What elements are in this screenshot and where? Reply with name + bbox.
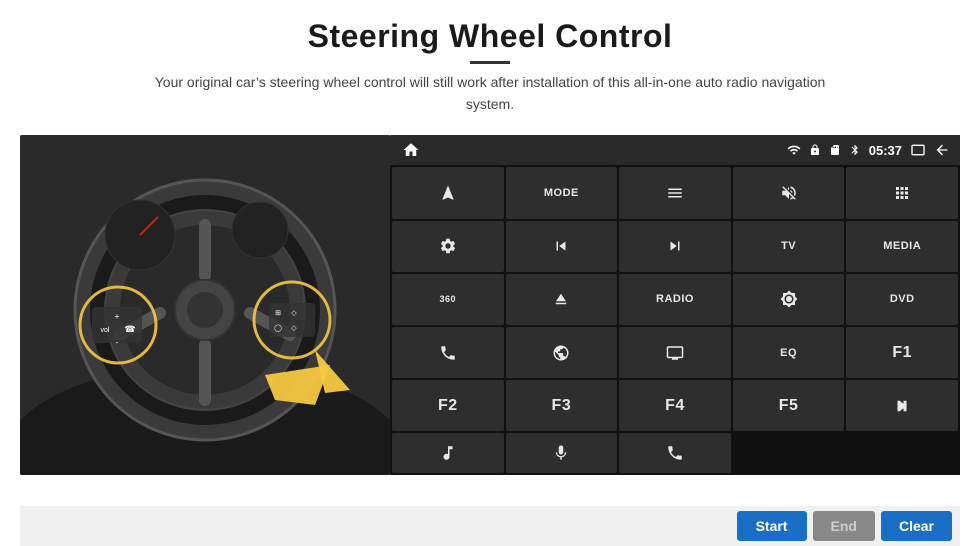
page-title: Steering Wheel Control <box>130 18 850 55</box>
svg-text:⊞: ⊞ <box>275 310 281 317</box>
window-icon <box>910 142 926 158</box>
btn-apps[interactable] <box>846 167 958 218</box>
btn-f2[interactable]: F2 <box>392 380 504 431</box>
status-right: 05:37 <box>787 142 950 158</box>
sd-icon <box>829 143 841 157</box>
btn-vol-mute[interactable] <box>733 167 845 218</box>
btn-eject[interactable] <box>506 274 618 325</box>
steering-wheel-image: + vol - ☎ ⊞ ◇ ◯ ◇ <box>20 135 390 475</box>
clear-button[interactable]: Clear <box>881 511 952 541</box>
btn-f1[interactable]: F1 <box>846 327 958 378</box>
btn-play-pause[interactable] <box>846 380 958 431</box>
svg-text:-: - <box>116 338 119 347</box>
title-section: Steering Wheel Control Your original car… <box>130 18 850 115</box>
page-container: Steering Wheel Control Your original car… <box>0 0 980 546</box>
content-area: + vol - ☎ ⊞ ◇ ◯ ◇ <box>20 135 960 506</box>
btn-screen[interactable] <box>619 327 731 378</box>
lock-icon <box>809 143 821 157</box>
back-icon[interactable] <box>934 142 950 158</box>
svg-text:☎: ☎ <box>124 324 135 334</box>
btn-call-end[interactable] <box>619 433 731 473</box>
button-grid: MODE TV <box>390 165 960 475</box>
btn-eq[interactable]: EQ <box>733 327 845 378</box>
btn-f3[interactable]: F3 <box>506 380 618 431</box>
btn-media[interactable]: MEDIA <box>846 221 958 272</box>
btn-phone[interactable] <box>392 327 504 378</box>
home-icon[interactable] <box>400 139 422 161</box>
btn-music[interactable] <box>392 433 504 473</box>
wifi-icon <box>787 143 801 157</box>
end-button[interactable]: End <box>813 511 875 541</box>
subtitle: Your original car’s steering wheel contr… <box>130 72 850 115</box>
btn-360[interactable]: 360 <box>392 274 504 325</box>
btn-mode[interactable]: MODE <box>506 167 618 218</box>
svg-text:+: + <box>115 312 120 321</box>
bottom-bar: Start End Clear <box>20 506 960 546</box>
svg-text:◇: ◇ <box>291 310 297 317</box>
svg-text:◯: ◯ <box>274 324 282 332</box>
btn-microphone[interactable] <box>506 433 618 473</box>
status-bar: 05:37 <box>390 135 960 165</box>
btn-tv[interactable]: TV <box>733 221 845 272</box>
btn-radio[interactable]: RADIO <box>619 274 731 325</box>
btn-menu[interactable] <box>619 167 731 218</box>
btn-settings[interactable] <box>392 221 504 272</box>
btn-prev[interactable] <box>506 221 618 272</box>
btn-f4[interactable]: F4 <box>619 380 731 431</box>
btn-next[interactable] <box>619 221 731 272</box>
btn-navigate[interactable] <box>392 167 504 218</box>
control-panel: 05:37 MODE <box>390 135 960 475</box>
time-display: 05:37 <box>869 143 902 158</box>
start-button[interactable]: Start <box>737 511 807 541</box>
svg-text:vol: vol <box>101 327 110 334</box>
btn-web[interactable] <box>506 327 618 378</box>
svg-text:◇: ◇ <box>291 325 297 332</box>
btn-f5[interactable]: F5 <box>733 380 845 431</box>
btn-dvd[interactable]: DVD <box>846 274 958 325</box>
btn-brightness[interactable] <box>733 274 845 325</box>
title-divider <box>470 61 510 64</box>
bluetooth-icon <box>849 143 861 157</box>
status-left <box>400 139 422 161</box>
